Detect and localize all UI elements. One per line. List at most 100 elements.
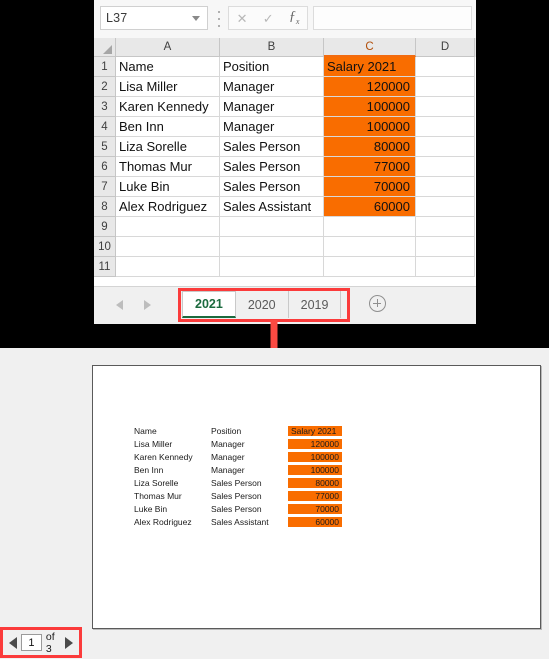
cell-C8[interactable]: 60000 — [324, 197, 416, 217]
cell-A5[interactable]: Liza Sorelle — [116, 137, 220, 157]
cell-B10[interactable] — [220, 237, 324, 257]
sheet-tab-2019[interactable]: 2019 — [289, 291, 342, 318]
preview-cell-name: Ben Inn — [134, 464, 164, 475]
close-icon[interactable]: ✕ — [237, 12, 248, 25]
preview-cell-position: Sales Person — [211, 490, 262, 501]
cell-B4[interactable]: Manager — [220, 117, 324, 137]
column-header-c[interactable]: C — [324, 38, 416, 57]
row-header-6[interactable]: 6 — [94, 157, 116, 177]
column-header-b[interactable]: B — [220, 38, 324, 57]
cell-B8[interactable]: Sales Assistant — [220, 197, 324, 217]
preview-cell-name: Karen Kennedy — [134, 451, 193, 462]
cell-D7[interactable] — [416, 177, 475, 197]
cell-D11[interactable] — [416, 257, 475, 277]
cell-A6[interactable]: Thomas Mur — [116, 157, 220, 177]
cell-B11[interactable] — [220, 257, 324, 277]
row-header-5[interactable]: 5 — [94, 137, 116, 157]
grid-row: 6 Thomas Mur Sales Person 77000 — [94, 157, 476, 177]
cell-B3[interactable]: Manager — [220, 97, 324, 117]
cell-D4[interactable] — [416, 117, 475, 137]
preview-cell-salary: 77000 — [288, 490, 342, 501]
cell-D9[interactable] — [416, 217, 475, 237]
preview-header-name: Name — [134, 425, 157, 436]
cell-D3[interactable] — [416, 97, 475, 117]
formula-input[interactable] — [313, 6, 472, 30]
cell-B2[interactable]: Manager — [220, 77, 324, 97]
cell-C10[interactable] — [324, 237, 416, 257]
fx-icon[interactable]: ƒx — [289, 10, 300, 26]
cell-D8[interactable] — [416, 197, 475, 217]
preview-row: Thomas Mur Sales Person 77000 — [134, 489, 384, 502]
preview-header-salary: Salary 2021 — [288, 425, 342, 436]
grid-row: 1 Name Position Salary 2021 — [94, 57, 476, 77]
cell-A8[interactable]: Alex Rodriguez — [116, 197, 220, 217]
cell-B1[interactable]: Position — [220, 57, 324, 77]
cell-D1[interactable] — [416, 57, 475, 77]
row-header-8[interactable]: 8 — [94, 197, 116, 217]
preview-row: Liza Sorelle Sales Person 80000 — [134, 476, 384, 489]
cell-A3[interactable]: Karen Kennedy — [116, 97, 220, 117]
cell-C9[interactable] — [324, 217, 416, 237]
sheet-tab-2020[interactable]: 2020 — [236, 291, 289, 318]
cell-A11[interactable] — [116, 257, 220, 277]
cell-C11[interactable] — [324, 257, 416, 277]
preview-page-sheet: Name Position Salary 2021 Lisa Miller Man… — [92, 365, 541, 629]
page-number-input[interactable]: 1 — [21, 634, 42, 651]
add-sheet-icon[interactable] — [369, 295, 386, 312]
row-header-7[interactable]: 7 — [94, 177, 116, 197]
preview-data-table: Name Position Salary 2021 Lisa Miller Man… — [134, 424, 384, 528]
cell-C3[interactable]: 100000 — [324, 97, 416, 117]
cell-D2[interactable] — [416, 77, 475, 97]
cell-D5[interactable] — [416, 137, 475, 157]
cell-C4[interactable]: 100000 — [324, 117, 416, 137]
cell-C7[interactable]: 70000 — [324, 177, 416, 197]
cell-C2[interactable]: 120000 — [324, 77, 416, 97]
grid-row: 7 Luke Bin Sales Person 70000 — [94, 177, 476, 197]
nav-prev-icon[interactable] — [116, 300, 123, 310]
more-options-icon[interactable] — [215, 11, 223, 27]
page-total-label: of 3 — [45, 630, 55, 655]
row-header-11[interactable]: 11 — [94, 257, 116, 277]
cell-B6[interactable]: Sales Person — [220, 157, 324, 177]
cell-C5[interactable]: 80000 — [324, 137, 416, 157]
cell-A4[interactable]: Ben Inn — [116, 117, 220, 137]
cell-D6[interactable] — [416, 157, 475, 177]
cell-A9[interactable] — [116, 217, 220, 237]
cell-B5[interactable]: Sales Person — [220, 137, 324, 157]
cell-C1[interactable]: Salary 2021 — [324, 57, 416, 77]
grid-body: 1 Name Position Salary 2021 2 Lisa Miller Mana… — [94, 57, 476, 277]
preview-cell-salary: 70000 — [288, 503, 342, 514]
row-header-9[interactable]: 9 — [94, 217, 116, 237]
cell-C6[interactable]: 77000 — [324, 157, 416, 177]
cell-A1[interactable]: Name — [116, 57, 220, 77]
grid-row: 9 — [94, 217, 476, 237]
preview-row: Luke Bin Sales Person 70000 — [134, 502, 384, 515]
row-header-1[interactable]: 1 — [94, 57, 116, 77]
preview-cell-position: Manager — [211, 438, 245, 449]
nav-next-icon[interactable] — [144, 300, 151, 310]
check-icon[interactable]: ✓ — [263, 12, 274, 25]
row-header-2[interactable]: 2 — [94, 77, 116, 97]
cell-A2[interactable]: Lisa Miller — [116, 77, 220, 97]
cell-B7[interactable]: Sales Person — [220, 177, 324, 197]
cell-D10[interactable] — [416, 237, 475, 257]
cell-A7[interactable]: Luke Bin — [116, 177, 220, 197]
preview-cell-position: Sales Assistant — [211, 516, 269, 527]
cell-B9[interactable] — [220, 217, 324, 237]
sheet-tab-2021[interactable]: 2021 — [182, 291, 236, 318]
column-header-a[interactable]: A — [116, 38, 220, 57]
cell-A10[interactable] — [116, 237, 220, 257]
sheet-tab-bar: 2021 2020 2019 — [94, 286, 476, 324]
print-preview-region: Name Position Salary 2021 Lisa Miller Man… — [0, 348, 549, 659]
name-box[interactable]: L37 — [100, 6, 208, 30]
select-all-corner[interactable] — [94, 38, 116, 57]
chevron-down-icon[interactable] — [192, 15, 200, 21]
preview-cell-position: Manager — [211, 451, 245, 462]
page-prev-icon[interactable] — [9, 636, 17, 649]
page-next-icon[interactable] — [65, 636, 73, 649]
column-header-d[interactable]: D — [416, 38, 475, 57]
row-header-10[interactable]: 10 — [94, 237, 116, 257]
row-header-3[interactable]: 3 — [94, 97, 116, 117]
row-header-4[interactable]: 4 — [94, 117, 116, 137]
excel-window-panel: L37 ✕ ✓ ƒx A B C D 1 Name Position Salary 2… — [94, 0, 476, 324]
